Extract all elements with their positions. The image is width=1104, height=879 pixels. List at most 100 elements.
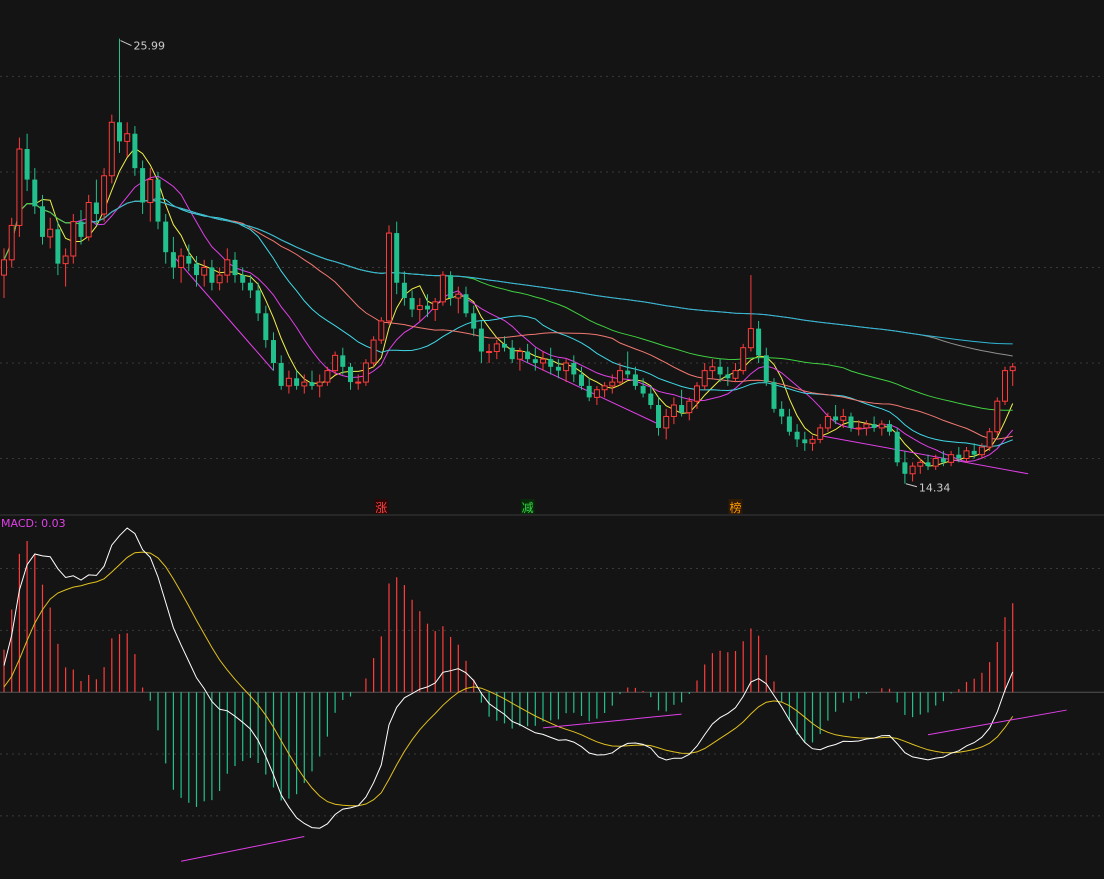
candle-body (878, 423, 885, 429)
stock-chart: 25.99 14.34 涨 减 榜 MACD: 0.03 (0, 0, 1104, 879)
candle-body (478, 328, 484, 352)
candle (332, 351, 339, 375)
candle-body (316, 381, 323, 387)
candle-body (516, 351, 523, 360)
candle-body (324, 370, 331, 383)
candle-body (502, 343, 507, 348)
candle-body (370, 339, 377, 364)
candle-body (62, 255, 69, 265)
candle (108, 114, 115, 184)
marker-jian: 减 (522, 501, 534, 515)
candle-body (725, 374, 731, 379)
candle-body (925, 462, 931, 467)
candle-body (786, 416, 792, 432)
candle-body (209, 267, 215, 283)
candle-body (309, 382, 315, 386)
candle-body (601, 385, 608, 391)
candle-body (432, 301, 439, 310)
candle-body (416, 305, 423, 310)
candle-body (571, 362, 577, 375)
candle-body (670, 404, 677, 417)
candle-body (170, 252, 176, 268)
candle-body (763, 355, 769, 383)
candle-body (509, 347, 515, 360)
candle-body (794, 431, 800, 440)
candle-body (863, 423, 870, 429)
candle-body (486, 351, 493, 354)
candle-body (563, 362, 570, 372)
candle-body (124, 133, 131, 142)
candle (378, 317, 385, 344)
candle-body (147, 179, 154, 204)
candle-body (532, 359, 538, 363)
candle (1002, 366, 1008, 406)
candle (771, 378, 777, 413)
candle-body (16, 148, 23, 226)
candle-body (986, 431, 993, 448)
candle-body (817, 427, 824, 440)
candle (362, 359, 369, 386)
candle-body (32, 179, 38, 207)
candle-body (824, 415, 831, 429)
candle-body (332, 354, 339, 372)
candle-body (971, 450, 977, 455)
candle-body (909, 465, 916, 475)
candle-body (301, 381, 308, 387)
low-price-label: 14.34 (919, 482, 951, 495)
candle-body (994, 400, 1001, 433)
candle-body (732, 370, 739, 379)
candle-body (525, 351, 531, 360)
candle-body (848, 416, 854, 428)
candle-body (117, 122, 122, 142)
candle-body (694, 385, 700, 402)
candle (439, 271, 446, 306)
candle-body (271, 340, 276, 363)
candle-body (887, 424, 892, 432)
candle-body (455, 293, 462, 299)
candle-body (663, 415, 670, 429)
candle-body (255, 290, 261, 314)
macd-title: MACD: 0.03 (1, 517, 66, 530)
candle-body (140, 168, 146, 203)
candle-body (917, 461, 924, 467)
candle-body (540, 358, 546, 364)
candle-body (840, 415, 847, 421)
candle-body (216, 274, 223, 284)
candle-body (425, 305, 430, 310)
candle-body (132, 133, 138, 169)
candle-body (247, 282, 253, 291)
candle-body (809, 438, 816, 444)
candle-body (101, 175, 108, 215)
candle-body (70, 221, 77, 257)
candle-body (93, 202, 99, 214)
candle-body (232, 259, 238, 276)
candle-body (679, 405, 685, 413)
candle-body (871, 424, 877, 428)
candle-body (640, 385, 646, 394)
candle-body (448, 275, 454, 299)
candle-body (648, 393, 654, 406)
candle-body (240, 275, 246, 283)
candle-body (756, 328, 762, 356)
candle (386, 225, 392, 325)
candle (155, 171, 161, 230)
candle-body (108, 121, 115, 177)
candle-body (902, 462, 908, 474)
candle-body (1, 259, 7, 276)
candle-body (833, 416, 839, 421)
marker-zhang: 涨 (375, 500, 387, 515)
candle-body (747, 328, 754, 349)
candle (101, 168, 108, 222)
candle-body (493, 343, 500, 353)
candle-body (24, 149, 30, 180)
candle-body (278, 362, 284, 386)
candle-body (439, 274, 446, 303)
candle-body (78, 221, 84, 237)
candle-body (609, 381, 616, 387)
candle (740, 343, 747, 375)
candle-body (163, 221, 169, 253)
candle-body (940, 458, 946, 463)
candle-body (340, 355, 346, 367)
candle-body (85, 202, 92, 238)
candle-body (201, 266, 208, 276)
